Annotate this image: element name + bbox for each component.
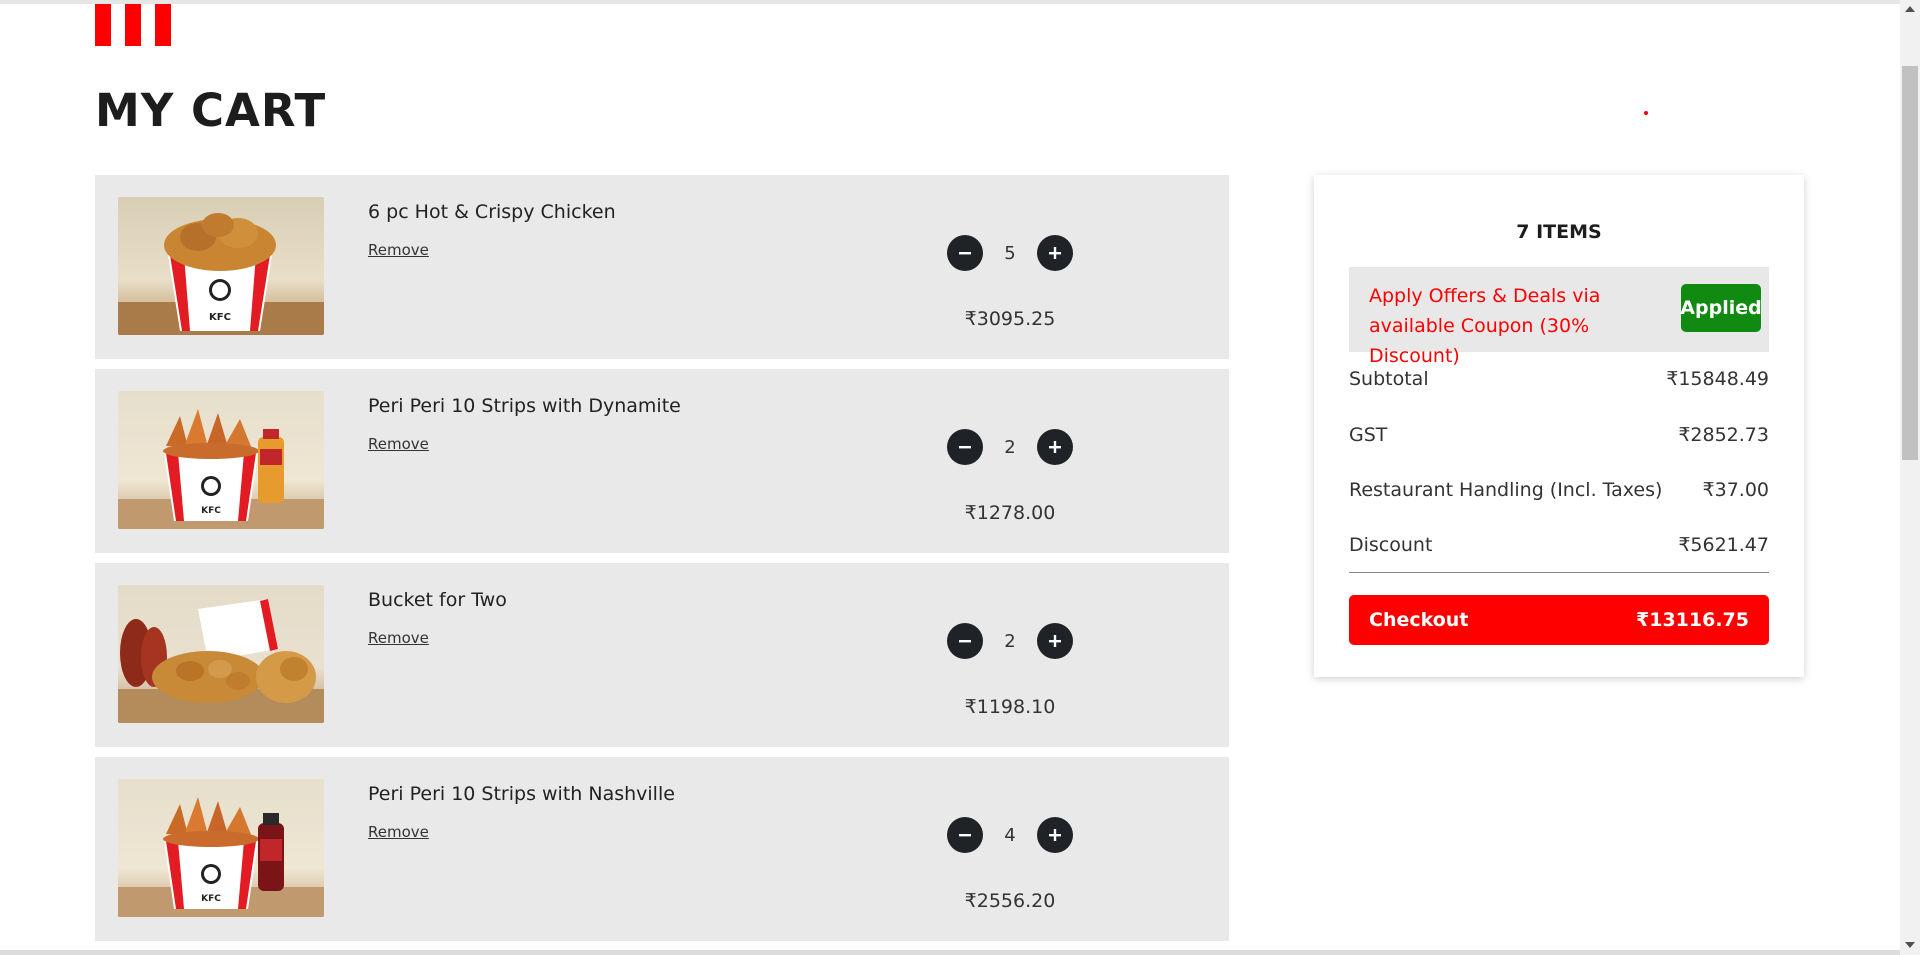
quantity-value: 2: [1004, 436, 1016, 458]
plus-icon: [1049, 441, 1061, 453]
checkout-button[interactable]: Checkout ₹13116.75: [1349, 595, 1769, 645]
bottom-strip: [0, 950, 1900, 955]
handling-value: ₹37.00: [1702, 479, 1769, 501]
scroll-down-arrow-icon[interactable]: [1905, 942, 1915, 948]
item-name: Peri Peri 10 Strips with Nashville: [368, 783, 675, 805]
decrease-quantity-button[interactable]: [947, 235, 983, 271]
summary-divider: [1349, 572, 1769, 573]
cart-item: Bucket for Two Remove 2 ₹1198.10: [95, 563, 1229, 747]
chicken-bucket-image: KFC: [118, 197, 324, 335]
scroll-up-arrow-icon[interactable]: [1905, 6, 1915, 12]
offer-box: Apply Offers & Deals via available Coupo…: [1349, 267, 1769, 367]
subtotal-row: Subtotal ₹15848.49: [1349, 368, 1769, 390]
cart-item: KFC Peri Peri 10 Strips with Nashville R…: [95, 757, 1229, 941]
logo-stripe: [95, 4, 111, 46]
checkout-total: ₹13116.75: [1636, 609, 1749, 631]
cart-item: KFC 6 pc Hot & Crispy Chicken Remove 5 ₹…: [95, 175, 1229, 359]
quantity-value: 4: [1004, 824, 1016, 846]
top-border: [0, 0, 1900, 4]
plus-icon: [1049, 247, 1061, 259]
red-dot: [1644, 111, 1648, 115]
item-name: 6 pc Hot & Crispy Chicken: [368, 201, 616, 223]
plus-icon: [1049, 635, 1061, 647]
strips-bucket-with-bottle-image: KFC: [118, 779, 324, 917]
quantity-stepper: 5: [947, 235, 1073, 271]
svg-text:KFC: KFC: [201, 506, 221, 516]
cart-item: KFC Peri Peri 10 Strips with Dynamite Re…: [95, 369, 1229, 553]
handling-label: Restaurant Handling (Incl. Taxes): [1349, 479, 1663, 501]
items-count: 7 ITEMS: [1516, 221, 1602, 243]
increase-quantity-button[interactable]: [1037, 429, 1073, 465]
gst-value: ₹2852.73: [1678, 424, 1769, 446]
offer-text[interactable]: Apply Offers & Deals via available Coupo…: [1369, 281, 1669, 371]
quantity-value: 2: [1004, 630, 1016, 652]
minus-icon: [959, 446, 971, 449]
quantity-value: 5: [1004, 242, 1016, 264]
strips-bucket-with-sauce-image: KFC: [118, 391, 324, 529]
discount-row: Discount ₹5621.47: [1349, 534, 1769, 556]
remove-link[interactable]: Remove: [368, 629, 429, 647]
logo-stripe: [155, 4, 171, 46]
subtotal-label: Subtotal: [1349, 368, 1429, 390]
discount-value: ₹5621.47: [1678, 534, 1769, 556]
item-name: Bucket for Two: [368, 589, 507, 611]
item-name: Peri Peri 10 Strips with Dynamite: [368, 395, 681, 417]
checkout-label: Checkout: [1369, 609, 1469, 631]
minus-icon: [959, 252, 971, 255]
scrollbar-thumb[interactable]: [1902, 66, 1918, 460]
plus-icon: [1049, 829, 1061, 841]
applied-button[interactable]: Applied: [1680, 284, 1762, 332]
bucket-for-two-image: [118, 585, 324, 723]
increase-quantity-button[interactable]: [1037, 623, 1073, 659]
svg-text:KFC: KFC: [201, 894, 221, 904]
subtotal-value: ₹15848.49: [1666, 368, 1769, 390]
decrease-quantity-button[interactable]: [947, 817, 983, 853]
quantity-stepper: 2: [947, 623, 1073, 659]
gst-row: GST ₹2852.73: [1349, 424, 1769, 446]
item-price: ₹2556.20: [964, 890, 1056, 912]
item-price: ₹1278.00: [964, 502, 1056, 524]
increase-quantity-button[interactable]: [1037, 817, 1073, 853]
remove-link[interactable]: Remove: [368, 241, 429, 259]
handling-row: Restaurant Handling (Incl. Taxes) ₹37.00: [1349, 479, 1769, 501]
item-price: ₹3095.25: [964, 308, 1056, 330]
remove-link[interactable]: Remove: [368, 823, 429, 841]
quantity-stepper: 4: [947, 817, 1073, 853]
logo-stripe: [125, 4, 141, 46]
page-title: MY CART: [95, 84, 327, 137]
order-summary: 7 ITEMS Apply Offers & Deals via availab…: [1314, 175, 1804, 677]
minus-icon: [959, 834, 971, 837]
cart-list: KFC 6 pc Hot & Crispy Chicken Remove 5 ₹…: [95, 175, 1229, 951]
brand-logo[interactable]: [95, 4, 171, 46]
decrease-quantity-button[interactable]: [947, 429, 983, 465]
decrease-quantity-button[interactable]: [947, 623, 983, 659]
minus-icon: [959, 640, 971, 643]
discount-label: Discount: [1349, 534, 1433, 556]
remove-link[interactable]: Remove: [368, 435, 429, 453]
svg-text:KFC: KFC: [209, 312, 231, 323]
increase-quantity-button[interactable]: [1037, 235, 1073, 271]
item-price: ₹1198.10: [964, 696, 1056, 718]
gst-label: GST: [1349, 424, 1388, 446]
quantity-stepper: 2: [947, 429, 1073, 465]
